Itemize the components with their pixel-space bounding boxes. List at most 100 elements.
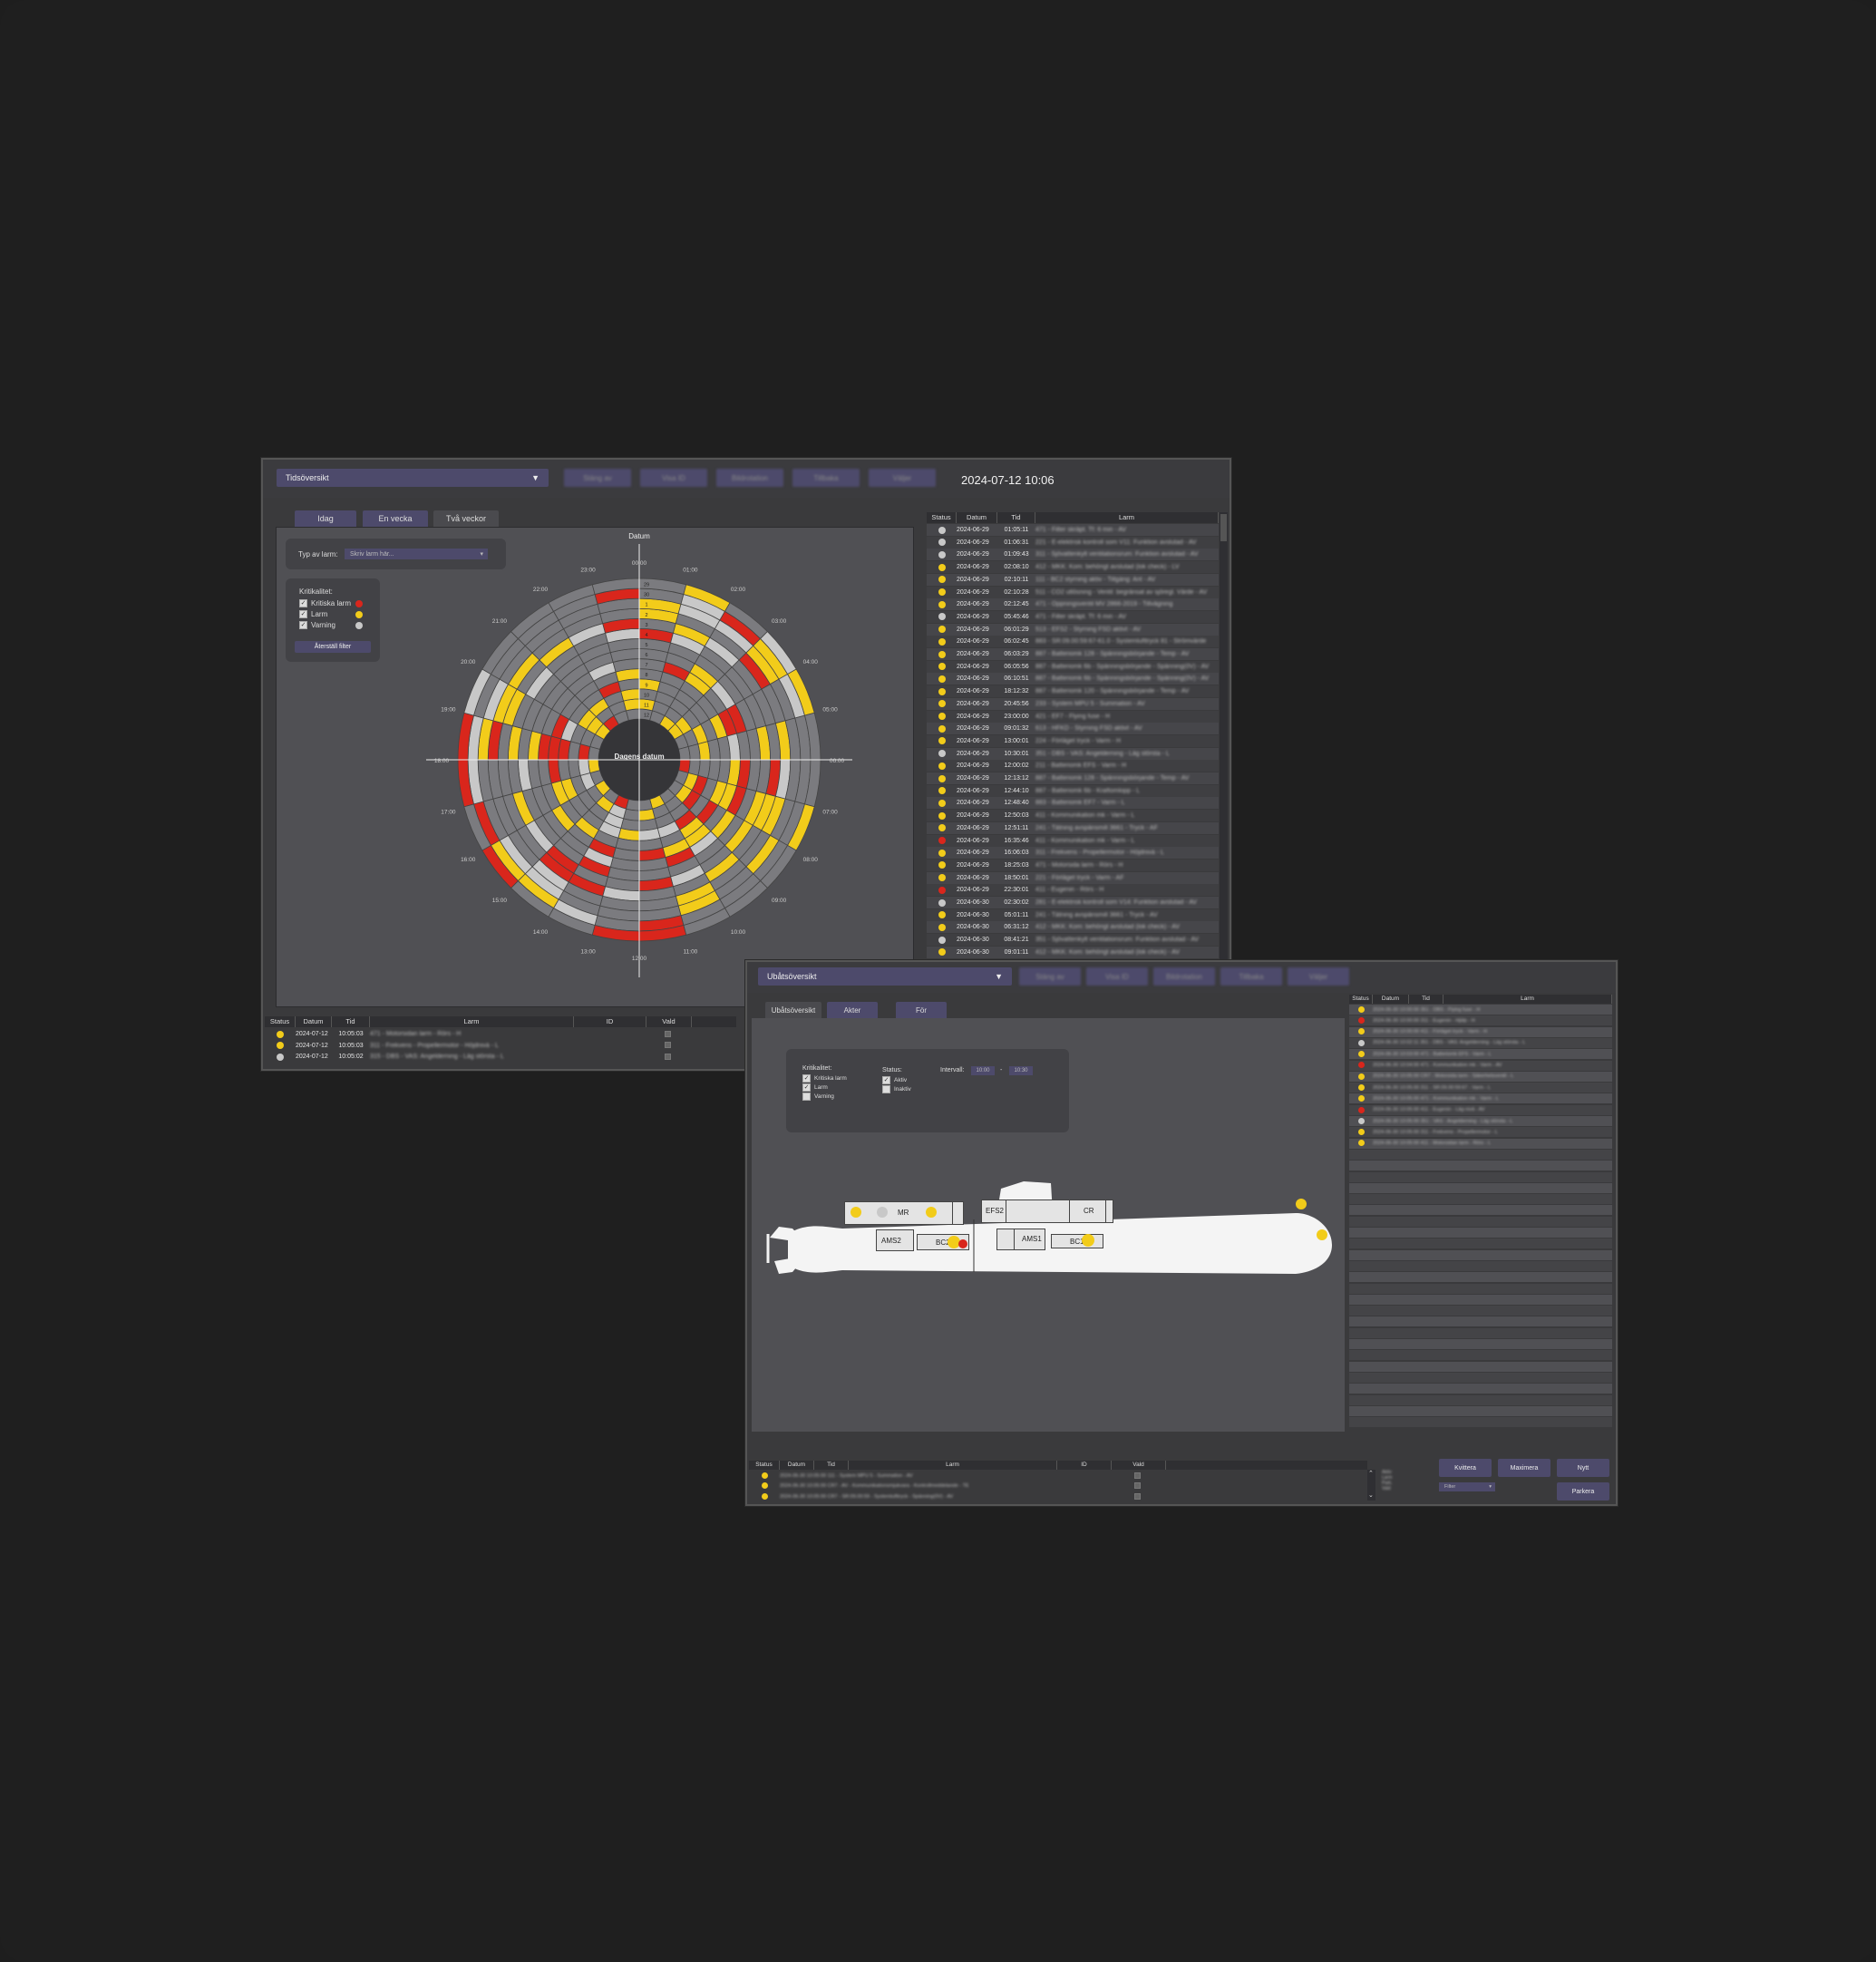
column-alarm[interactable]: Larm xyxy=(849,1461,1057,1470)
checkbox-icon[interactable] xyxy=(664,1053,671,1060)
toolbar-button-back[interactable]: Tillbaka xyxy=(792,469,860,487)
reset-filter-button[interactable]: Återställ filter xyxy=(295,641,371,653)
selected-cell[interactable] xyxy=(646,1030,692,1037)
alarm-list-row[interactable]: 2024-06-29 20:45:56 233 - System MPU 5 - S… xyxy=(927,697,1219,710)
alarm-list-row[interactable]: 2024-06-30 10:05:00 471 - Kommunikation … xyxy=(1349,1093,1612,1104)
active-alarm-row[interactable]: 2024-07-12 10:05:03 311 - Frekvens - Prope… xyxy=(265,1040,736,1052)
alarm-list-row[interactable] xyxy=(1349,1238,1612,1249)
checkbox-icon[interactable] xyxy=(1133,1472,1141,1479)
toolbar-button-mute[interactable]: Stäng av xyxy=(564,469,631,487)
compartment-mr[interactable]: MR xyxy=(844,1201,964,1225)
alarm-list-row[interactable]: 2024-06-29 22:30:01 411 - Eugenin - Rörs -… xyxy=(927,884,1219,897)
acknowledge-button[interactable]: Kvittera xyxy=(1439,1459,1492,1477)
alarm-list-row[interactable]: 2024-06-30 10:05:00 411 - Motorsidan lar… xyxy=(1349,1138,1612,1149)
alarm-list-row[interactable]: 2024-06-29 05:45:46 471 - Filter skräpt. T… xyxy=(927,610,1219,623)
alarm-list-row[interactable] xyxy=(1349,1306,1612,1316)
alarm-list-row[interactable]: 2024-06-30 02:30:02 281 - E-elektrisk kont… xyxy=(927,897,1219,908)
alarm-list-row[interactable]: 2024-06-30 10:05:00 351 - VAS - Angelder… xyxy=(1349,1116,1612,1126)
alarm-list-row[interactable]: 2024-06-29 02:10:11 111 - BC2 styrning akt… xyxy=(927,573,1219,586)
alarm-list-row[interactable]: 2024-06-30 10:02:11 351 - DBS - VAS: Ang… xyxy=(1349,1037,1612,1048)
filter-select[interactable]: Filter ▾ xyxy=(1439,1482,1495,1491)
column-date[interactable]: Datum xyxy=(296,1016,332,1027)
tab-one-week[interactable]: En vecka xyxy=(363,510,428,527)
criticality-option-alarm[interactable]: ✓ Larm xyxy=(299,610,327,619)
alarm-list-row[interactable]: 2024-06-29 18:25:03 471 - Motorsida larm -… xyxy=(927,859,1219,871)
status-option-active[interactable]: ✓ Aktiv xyxy=(882,1076,907,1084)
column-date[interactable]: Datum xyxy=(780,1461,814,1470)
tab-two-weeks[interactable]: Två veckor xyxy=(433,510,499,527)
alarm-list-row[interactable]: 2024-06-29 16:06:03 311 - Frekvens - Prope… xyxy=(927,847,1219,860)
alarm-list-row[interactable]: 2024-06-30 10:05:00 311 - SR:09.00:59:67… xyxy=(1349,1083,1612,1093)
compartment-ams1[interactable]: AMS1 xyxy=(996,1229,1045,1250)
column-status[interactable]: Status xyxy=(927,512,957,523)
checkbox-icon[interactable]: ✓ xyxy=(299,599,307,608)
active-alarm-row[interactable]: 2024-07-12 10:05:03 471 - Motorsidan larm … xyxy=(265,1028,736,1040)
time-segment[interactable] xyxy=(588,759,601,774)
alarm-list-row[interactable]: 2024-06-29 16:35:46 411 - Kommunikation mk… xyxy=(927,834,1219,847)
view-select[interactable]: Ubåtsöversikt ▼ xyxy=(758,967,1012,986)
alarm-list-row[interactable]: 2024-06-29 12:13:12 887 - Batteriomk 128 -… xyxy=(927,772,1219,784)
checkbox-icon[interactable]: ✓ xyxy=(802,1083,811,1092)
alarm-list-row[interactable]: 2024-06-29 01:05:11 471 - Filter skräpt. T… xyxy=(927,524,1219,536)
checkbox-icon[interactable] xyxy=(664,1042,671,1049)
alarm-list-scrollbar[interactable] xyxy=(1220,512,1228,962)
column-time[interactable]: Tid xyxy=(332,1016,370,1027)
alarm-list-row[interactable]: 2024-06-29 02:12:45 471 - Öppningsventil M… xyxy=(927,598,1219,611)
column-selected[interactable]: Vald xyxy=(646,1016,692,1027)
alarm-list-row[interactable] xyxy=(1349,1316,1612,1327)
active-alarm-row[interactable]: 2024-06-30 10:05:00 CR7 - SR:09.00:59 - … xyxy=(749,1491,1367,1501)
active-alarm-row[interactable]: 2024-06-30 10:05:00 111 - System MPU 5 -… xyxy=(749,1471,1367,1481)
criticality-option-critical[interactable]: ✓ Kritiska larm xyxy=(299,599,351,608)
alarm-indicator-mr-2[interactable] xyxy=(926,1207,937,1218)
alarm-list-row[interactable]: 2024-06-30 10:04:00 471 - Kommunikation … xyxy=(1349,1060,1612,1071)
alarm-list-row[interactable] xyxy=(1349,1171,1612,1182)
alarm-list-row[interactable]: 2024-06-30 10:05:00 CR7 - Motorsida larm… xyxy=(1349,1071,1612,1082)
alarm-list-row[interactable]: 2024-06-30 10:00:00 311 - Eugenin - Hjäl… xyxy=(1349,1015,1612,1026)
alarm-list-row[interactable] xyxy=(1349,1405,1612,1416)
alarm-list-row[interactable]: 2024-06-29 23:00:00 421 - EF7 - Flying fus… xyxy=(927,710,1219,723)
alarm-list-row[interactable]: 2024-06-29 06:01:29 513 - EFS2 - Styrning … xyxy=(927,623,1219,636)
selected-cell[interactable] xyxy=(646,1042,692,1049)
alarm-list-row[interactable] xyxy=(1349,1372,1612,1383)
alarm-list-row[interactable] xyxy=(1349,1149,1612,1160)
toolbar-button-rotation[interactable]: Bildrotation xyxy=(1153,967,1215,986)
alarm-list-row[interactable]: 2024-06-29 12:00:02 211 - Batteriomk EFS -… xyxy=(927,760,1219,772)
toolbar-button-back[interactable]: Tillbaka xyxy=(1220,967,1282,986)
compartment-bc1[interactable]: BC1 xyxy=(1051,1234,1103,1248)
toolbar-button-select[interactable]: Väljer xyxy=(869,469,936,487)
checkbox-icon[interactable]: ✓ xyxy=(299,610,307,619)
toolbar-button-show-id[interactable]: Visa ID xyxy=(1086,967,1148,986)
alarm-list-row[interactable] xyxy=(1349,1417,1612,1428)
alarm-list-row[interactable] xyxy=(1349,1182,1612,1193)
alarm-list-row[interactable]: 2024-06-30 09:01:11 412 - MKK: Kom: behöri… xyxy=(927,946,1219,958)
alarm-list-row[interactable]: 2024-06-29 02:10:28 511 - CO2 utlösning - … xyxy=(927,586,1219,598)
scrollbar-thumb[interactable] xyxy=(1220,514,1227,541)
alarm-list-row[interactable] xyxy=(1349,1249,1612,1260)
toolbar-button-select[interactable]: Väljer xyxy=(1288,967,1349,986)
alarm-list-row[interactable]: 2024-06-30 10:00:00 351 - DBS - Flying f… xyxy=(1349,1005,1612,1015)
alarm-list-row[interactable]: 2024-06-29 18:12:32 887 - Batteriomk 120 -… xyxy=(927,685,1219,698)
column-alarm[interactable]: Larm xyxy=(1035,512,1219,523)
alarm-list-row[interactable]: 2024-06-29 12:44:10 887 - Batteriomk 6b - … xyxy=(927,784,1219,797)
column-time[interactable]: Tid xyxy=(814,1461,849,1470)
toolbar-button-rotation[interactable]: Bildrotation xyxy=(716,469,783,487)
alarm-list-row[interactable]: 2024-06-30 10:03:00 471 - Batteriomk EFS… xyxy=(1349,1049,1612,1060)
critical-indicator-bc2[interactable] xyxy=(958,1239,967,1248)
alarm-list-row[interactable]: 2024-06-29 06:02:45 883 - SR:09.00:59:67-6… xyxy=(927,636,1219,648)
alarm-list-row[interactable]: 2024-06-30 08:41:21 351 - Sjövattenkylt ve… xyxy=(927,934,1219,947)
alarm-indicator-bow-top[interactable] xyxy=(1296,1199,1307,1209)
compartment-ams2[interactable]: AMS2 xyxy=(876,1229,914,1251)
alarm-list-row[interactable]: 2024-06-29 12:51:11 241 - Tätning avspänsm… xyxy=(927,821,1219,834)
maximize-button[interactable]: Maximera xyxy=(1498,1459,1550,1477)
tab-aft[interactable]: Akter xyxy=(827,1002,878,1018)
status-option-inactive[interactable]: Inaktiv xyxy=(882,1085,911,1093)
alarm-list-row[interactable]: 2024-06-29 18:50:01 221 - Förläget tryck -… xyxy=(927,871,1219,884)
checkbox-icon[interactable] xyxy=(882,1085,890,1093)
alarm-list-row[interactable] xyxy=(1349,1216,1612,1227)
alarm-list-row[interactable] xyxy=(1349,1394,1612,1405)
alarm-list-row[interactable] xyxy=(1349,1294,1612,1305)
alarm-list-row[interactable] xyxy=(1349,1361,1612,1372)
column-selected[interactable]: Vald xyxy=(1112,1461,1166,1470)
column-status[interactable]: Status xyxy=(265,1016,296,1027)
criticality-option-alarm[interactable]: ✓ Larm xyxy=(802,1083,828,1092)
